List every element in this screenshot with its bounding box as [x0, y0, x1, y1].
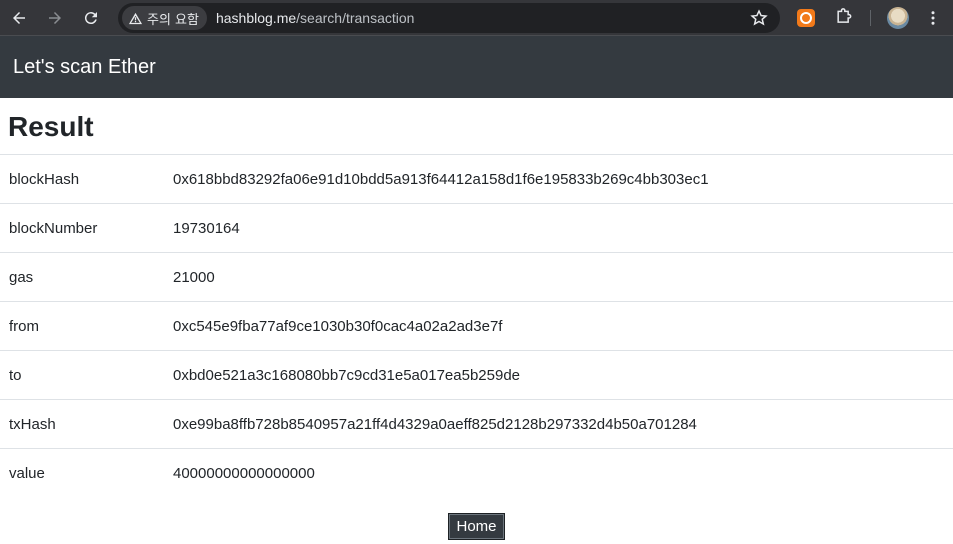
- table-row: from 0xc545e9fba77af9ce1030b30f0cac4a02a…: [0, 301, 953, 351]
- row-key: blockHash: [0, 154, 164, 204]
- url-text[interactable]: hashblog.me/search/transaction: [216, 10, 414, 26]
- home-button-container: Home: [0, 513, 953, 540]
- security-indicator[interactable]: 주의 요함: [122, 6, 207, 30]
- reload-button[interactable]: [79, 6, 103, 30]
- arrow-right-icon: [49, 12, 61, 24]
- table-row: to 0xbd0e521a3c168080bb7c9cd31e5a017ea5b…: [0, 350, 953, 400]
- row-value: 19730164: [164, 203, 953, 253]
- toolbar-divider: [870, 10, 871, 26]
- profile-avatar[interactable]: [887, 7, 909, 29]
- url-path: /search/transaction: [296, 10, 415, 26]
- brand-link[interactable]: Let's scan Ether: [13, 56, 156, 79]
- security-label: 주의 요함: [147, 12, 199, 28]
- row-key: txHash: [0, 399, 164, 449]
- table-row: value 40000000000000000: [0, 448, 953, 497]
- row-value: 0xe99ba8ffb728b8540957a21ff4d4329a0aeff8…: [164, 399, 953, 449]
- row-key: gas: [0, 252, 164, 302]
- address-bar[interactable]: 주의 요함 hashblog.me/search/transaction: [118, 3, 780, 33]
- warning-icon: [128, 12, 143, 24]
- home-button[interactable]: Home: [448, 513, 505, 540]
- url-host: hashblog.me: [215, 10, 297, 26]
- row-key: from: [0, 301, 164, 351]
- table-row: gas 21000: [0, 252, 953, 302]
- row-key: value: [0, 448, 164, 497]
- arrow-left-icon: [13, 12, 25, 24]
- table-row: txHash 0xe99ba8ffb728b8540957a21ff4d4329…: [0, 399, 953, 449]
- row-value: 0x618bbd83292fa06e91d10bdd5a913f64412a15…: [164, 154, 953, 204]
- table-row: blockHash 0x618bbd83292fa06e91d10bdd5a91…: [0, 154, 953, 204]
- row-key: blockNumber: [0, 203, 164, 253]
- extensions-puzzle-icon[interactable]: [834, 8, 854, 28]
- app-navbar: Let's scan Ether: [0, 36, 953, 98]
- result-table: blockHash 0x618bbd83292fa06e91d10bdd5a91…: [0, 154, 953, 497]
- bookmark-star-icon[interactable]: [750, 9, 768, 27]
- row-key: to: [0, 350, 164, 400]
- row-value: 21000: [164, 252, 953, 302]
- extension-icon[interactable]: [797, 9, 815, 27]
- row-value: 0xc545e9fba77af9ce1030b30f0cac4a02a2ad3e…: [164, 301, 953, 351]
- table-row: blockNumber 19730164: [0, 203, 953, 253]
- row-value: 0xbd0e521a3c168080bb7c9cd31e5a017ea5b259…: [164, 350, 953, 400]
- browser-toolbar: 주의 요함 hashblog.me/search/transaction: [0, 0, 953, 36]
- forward-button[interactable]: [43, 6, 67, 30]
- reload-icon: [84, 12, 97, 25]
- row-value: 40000000000000000: [164, 448, 953, 497]
- back-button[interactable]: [7, 6, 31, 30]
- page-title: Result: [8, 111, 94, 142]
- menu-dots-icon[interactable]: [924, 9, 942, 27]
